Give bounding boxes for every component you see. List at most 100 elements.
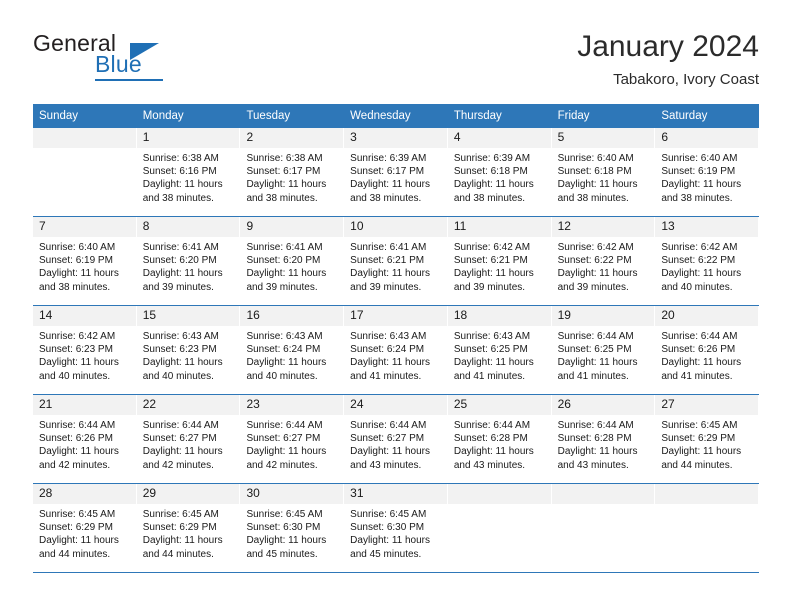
day-number: 4 (447, 128, 551, 148)
daylight-text-line2: and 38 minutes. (142, 192, 214, 204)
day-cell[interactable]: 27 Sunrise: 6:45 AM Sunset: 6:29 PM Dayligh… (655, 395, 760, 483)
daylight-text-line1: Daylight: 11 hours (39, 446, 119, 458)
daylight-text-line2: and 38 minutes. (661, 192, 733, 204)
day-cell[interactable]: 25 Sunrise: 6:44 AM Sunset: 6:28 PM Dayligh… (447, 395, 552, 483)
daylight-text-line2: and 45 minutes. (350, 548, 422, 560)
day-number: 19 (551, 306, 655, 326)
weekday-saturday: Saturday (661, 110, 708, 122)
weekday-monday: Monday (142, 110, 184, 122)
daylight-text-line1: Daylight: 11 hours (661, 446, 742, 458)
daylight-text-line1: Daylight: 11 hours (453, 268, 534, 280)
sunset-text: Sunset: 6:30 PM (246, 522, 321, 534)
day-info: Sunrise: 6:43 AM Sunset: 6:23 PM Daylight:… (137, 326, 240, 383)
daylight-text-line2: and 42 minutes. (39, 459, 111, 471)
day-info: Sunrise: 6:45 AM Sunset: 6:29 PM Daylight:… (33, 504, 136, 561)
day-info: Sunrise: 6:44 AM Sunset: 6:26 PM Daylight:… (33, 415, 136, 472)
day-cell[interactable]: 28 Sunrise: 6:45 AM Sunset: 6:29 PM Dayligh… (33, 484, 137, 572)
daylight-text-line1: Daylight: 11 hours (557, 357, 638, 369)
day-cell[interactable]: 3 Sunrise: 6:39 AM Sunset: 6:17 PM Daylight… (344, 128, 448, 216)
day-info: Sunrise: 6:44 AM Sunset: 6:28 PM Daylight:… (448, 415, 551, 472)
day-cell[interactable]: 29 Sunrise: 6:45 AM Sunset: 6:29 PM Dayligh… (136, 484, 241, 572)
day-cell[interactable]: 15 Sunrise: 6:43 AM Sunset: 6:23 PM Dayligh… (136, 306, 241, 394)
day-cell[interactable]: 18 Sunrise: 6:43 AM Sunset: 6:25 PM Dayligh… (447, 306, 552, 394)
day-cell[interactable]: 30 Sunrise: 6:45 AM Sunset: 6:30 PM Dayligh… (240, 484, 345, 572)
day-cell[interactable]: 14 Sunrise: 6:42 AM Sunset: 6:23 PM Dayligh… (33, 306, 137, 394)
weekday-sunday: Sunday (39, 110, 79, 122)
sunrise-text: Sunrise: 6:44 AM (453, 420, 531, 431)
day-cell[interactable]: 20 Sunrise: 6:44 AM Sunset: 6:26 PM Dayligh… (655, 306, 760, 394)
day-cell[interactable]: 26 Sunrise: 6:44 AM Sunset: 6:28 PM Dayligh… (551, 395, 656, 483)
day-cell-empty (447, 484, 552, 572)
sunrise-text: Sunrise: 6:44 AM (246, 420, 323, 431)
day-info: Sunrise: 6:45 AM Sunset: 6:29 PM Daylight:… (655, 415, 758, 472)
day-info: Sunrise: 6:42 AM Sunset: 6:21 PM Daylight:… (448, 237, 551, 294)
day-info: Sunrise: 6:40 AM Sunset: 6:19 PM Daylight:… (655, 148, 758, 205)
day-cell[interactable]: 19 Sunrise: 6:44 AM Sunset: 6:25 PM Dayligh… (551, 306, 656, 394)
sunset-text: Sunset: 6:18 PM (453, 166, 528, 178)
day-cell[interactable]: 9 Sunrise: 6:41 AM Sunset: 6:20 PM Daylight… (240, 217, 345, 305)
sunrise-text: Sunrise: 6:42 AM (557, 242, 634, 253)
daylight-text-line2: and 38 minutes. (557, 192, 629, 204)
daylight-text-line2: and 41 minutes. (661, 370, 733, 382)
day-info: Sunrise: 6:44 AM Sunset: 6:27 PM Daylight:… (344, 415, 447, 472)
sunset-text: Sunset: 6:22 PM (661, 255, 736, 267)
week-row: 7 Sunrise: 6:40 AM Sunset: 6:19 PM Daylight… (33, 217, 760, 306)
day-info: Sunrise: 6:39 AM Sunset: 6:18 PM Daylight:… (448, 148, 551, 205)
daylight-text-line1: Daylight: 11 hours (246, 535, 327, 547)
day-cell[interactable]: 4 Sunrise: 6:39 AM Sunset: 6:18 PM Daylight… (447, 128, 552, 216)
sunset-text: Sunset: 6:16 PM (142, 166, 217, 178)
day-number (551, 484, 655, 504)
calendar-page: General Blue January 2024 Tabakoro, Ivor… (0, 0, 792, 612)
page-header: General Blue January 2024 Tabakoro, Ivor… (33, 30, 759, 92)
daylight-text-line1: Daylight: 11 hours (142, 357, 223, 369)
daylight-text-line2: and 38 minutes. (453, 192, 526, 204)
sunset-text: Sunset: 6:19 PM (661, 166, 736, 178)
sunrise-text: Sunrise: 6:44 AM (350, 420, 427, 431)
sunset-text: Sunset: 6:28 PM (557, 433, 632, 445)
week-row: 1 Sunrise: 6:38 AM Sunset: 6:16 PM Daylight… (33, 128, 760, 217)
day-info: Sunrise: 6:44 AM Sunset: 6:25 PM Daylight:… (552, 326, 655, 383)
day-number: 8 (136, 217, 240, 237)
daylight-text-line1: Daylight: 11 hours (246, 179, 327, 191)
daylight-text-line2: and 39 minutes. (453, 281, 526, 293)
weekday-tuesday: Tuesday (246, 110, 291, 122)
sunrise-text: Sunrise: 6:41 AM (350, 242, 427, 253)
weekday-wednesday: Wednesday (350, 110, 411, 122)
day-cell[interactable]: 22 Sunrise: 6:44 AM Sunset: 6:27 PM Dayligh… (136, 395, 241, 483)
sunrise-text: Sunrise: 6:44 AM (39, 420, 116, 431)
day-number: 22 (136, 395, 240, 415)
day-cell[interactable]: 8 Sunrise: 6:41 AM Sunset: 6:20 PM Daylight… (136, 217, 241, 305)
sunset-text: Sunset: 6:17 PM (350, 166, 425, 178)
day-cell[interactable]: 11 Sunrise: 6:42 AM Sunset: 6:21 PM Dayligh… (447, 217, 552, 305)
day-cell[interactable]: 10 Sunrise: 6:41 AM Sunset: 6:21 PM Dayligh… (344, 217, 448, 305)
daylight-text-line2: and 41 minutes. (350, 370, 422, 382)
sunset-text: Sunset: 6:25 PM (557, 344, 632, 356)
day-number: 3 (344, 128, 447, 148)
day-number (447, 484, 551, 504)
day-cell[interactable]: 1 Sunrise: 6:38 AM Sunset: 6:16 PM Daylight… (136, 128, 241, 216)
day-cell[interactable]: 7 Sunrise: 6:40 AM Sunset: 6:19 PM Daylight… (33, 217, 137, 305)
daylight-text-line2: and 40 minutes. (39, 370, 111, 382)
day-cell[interactable]: 31 Sunrise: 6:45 AM Sunset: 6:30 PM Dayligh… (344, 484, 448, 572)
generalblue-logo[interactable]: General Blue (33, 30, 263, 88)
daylight-text-line1: Daylight: 11 hours (557, 268, 638, 280)
day-cell[interactable]: 23 Sunrise: 6:44 AM Sunset: 6:27 PM Dayligh… (240, 395, 345, 483)
day-cell[interactable]: 6 Sunrise: 6:40 AM Sunset: 6:19 PM Daylight… (655, 128, 760, 216)
day-cell[interactable]: 2 Sunrise: 6:38 AM Sunset: 6:17 PM Daylight… (240, 128, 345, 216)
day-cell[interactable]: 17 Sunrise: 6:43 AM Sunset: 6:24 PM Dayligh… (344, 306, 448, 394)
day-cell[interactable]: 21 Sunrise: 6:44 AM Sunset: 6:26 PM Dayligh… (33, 395, 137, 483)
daylight-text-line1: Daylight: 11 hours (39, 535, 119, 547)
day-cell-empty (655, 484, 760, 572)
day-cell[interactable]: 16 Sunrise: 6:43 AM Sunset: 6:24 PM Dayligh… (240, 306, 345, 394)
day-info: Sunrise: 6:41 AM Sunset: 6:20 PM Daylight:… (137, 237, 240, 294)
calendar-grid: Sunday Monday Tuesday Wednesday Thursday… (33, 104, 760, 573)
sunset-text: Sunset: 6:30 PM (350, 522, 425, 534)
sunset-text: Sunset: 6:27 PM (246, 433, 321, 445)
day-cell[interactable]: 24 Sunrise: 6:44 AM Sunset: 6:27 PM Dayligh… (344, 395, 448, 483)
sunrise-text: Sunrise: 6:40 AM (661, 153, 738, 164)
day-cell[interactable]: 13 Sunrise: 6:42 AM Sunset: 6:22 PM Dayligh… (655, 217, 760, 305)
day-number: 10 (344, 217, 447, 237)
day-cell[interactable]: 5 Sunrise: 6:40 AM Sunset: 6:18 PM Daylight… (551, 128, 656, 216)
daylight-text-line1: Daylight: 11 hours (246, 357, 327, 369)
day-cell[interactable]: 12 Sunrise: 6:42 AM Sunset: 6:22 PM Dayligh… (551, 217, 656, 305)
